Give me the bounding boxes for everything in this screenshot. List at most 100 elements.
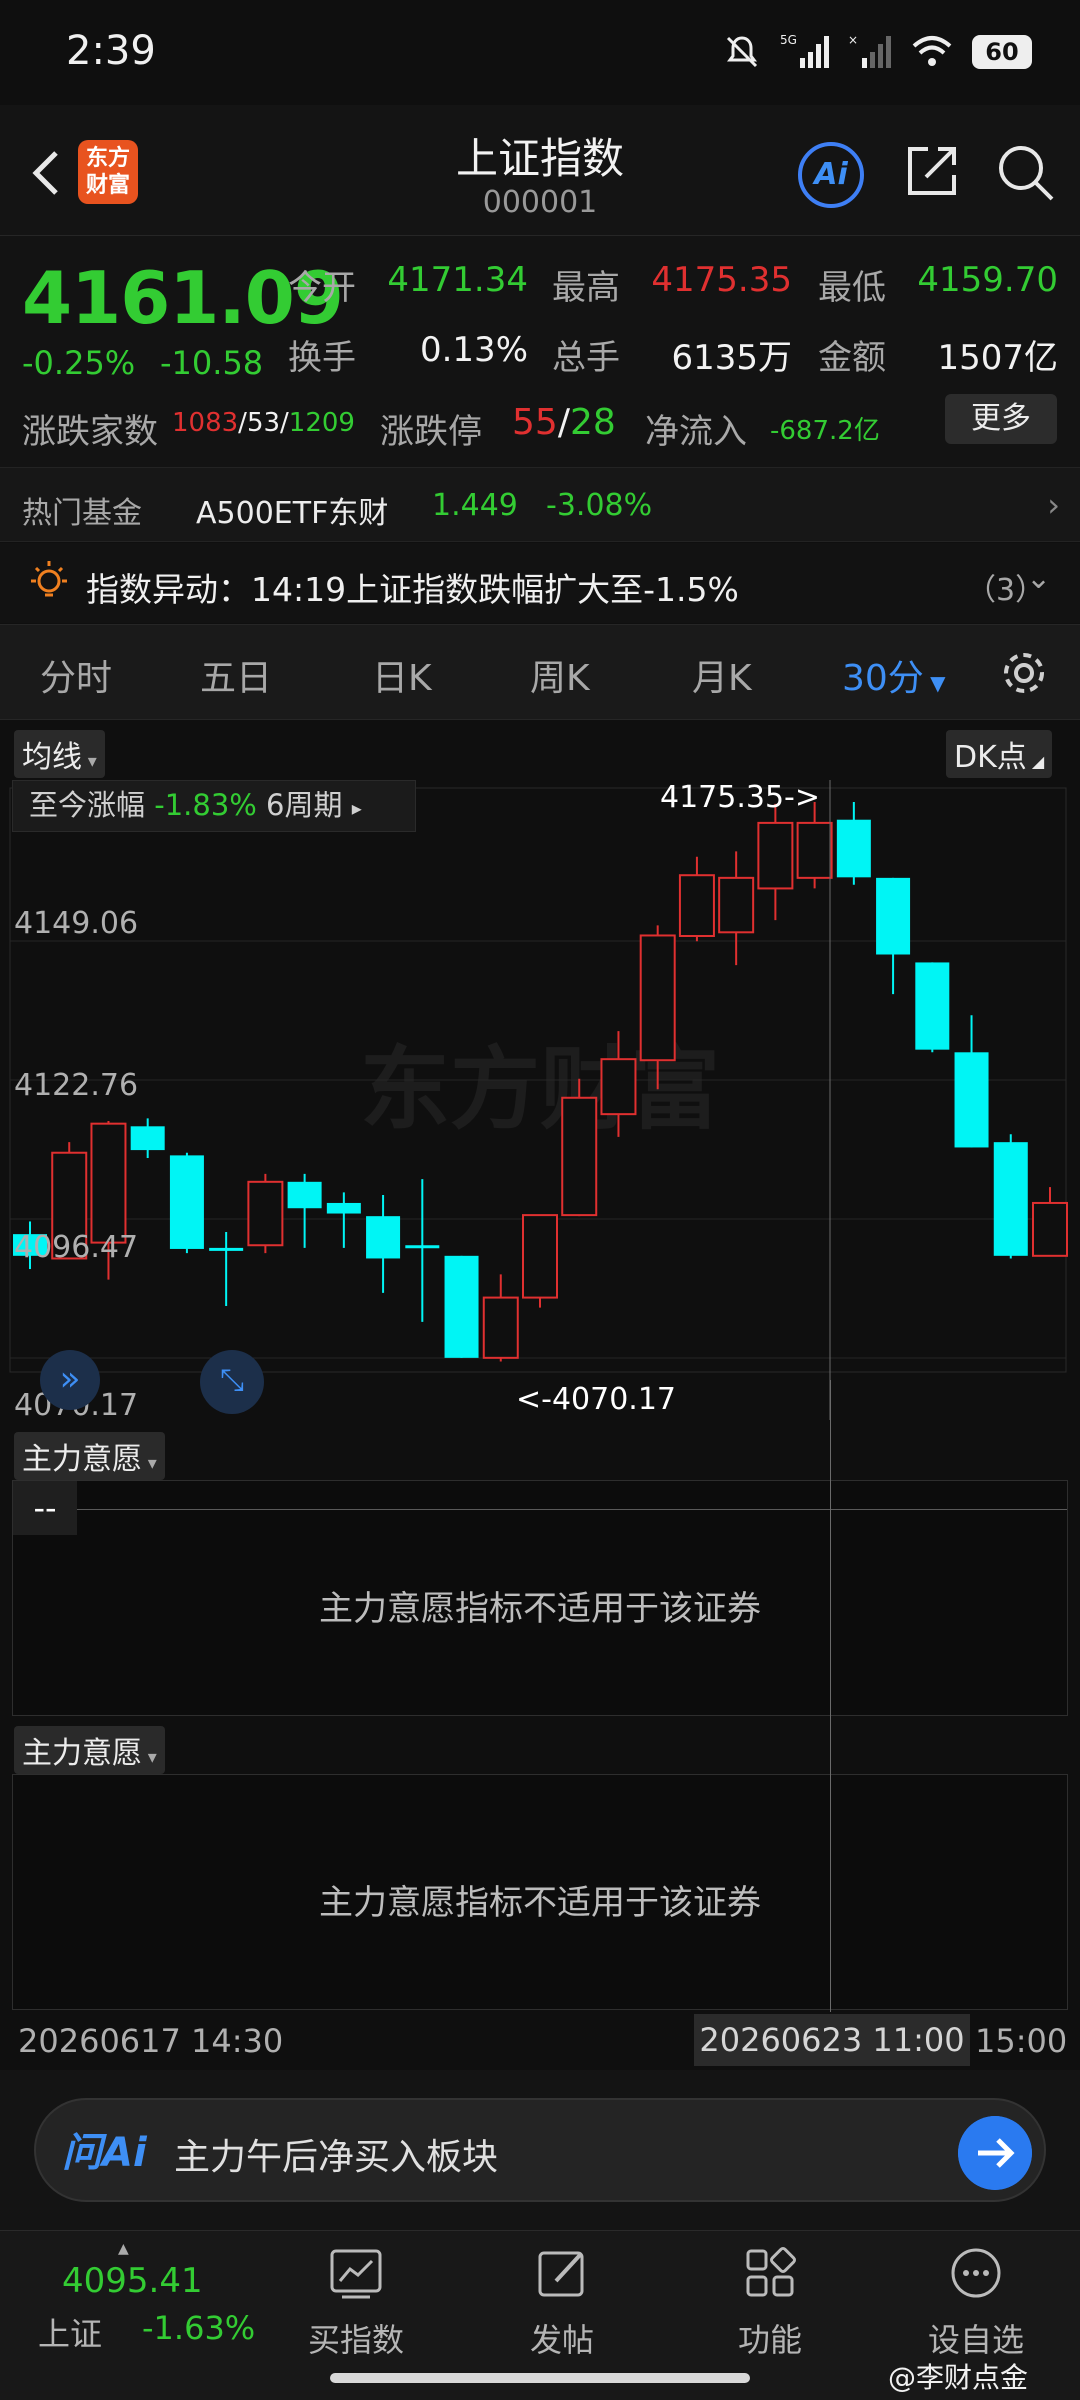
edit-icon [538,2251,584,2297]
tab-weekly-k[interactable]: 周K [530,649,590,701]
tab-monthly-k[interactable]: 月K [692,649,752,701]
expand-icon[interactable]: ⤡ [200,1350,264,1414]
chevron-down-icon[interactable]: ⌄ [1026,561,1051,596]
date-start: 20260617 14:30 [18,2022,284,2060]
indicator-message: 主力意愿指标不适用于该证券 [319,1883,761,1923]
candle-body [287,1181,322,1209]
scroll-forward-icon[interactable]: » [40,1350,100,1410]
candle[interactable] [836,802,871,885]
dk-point-toggle[interactable]: DK点 ◢ [946,730,1053,778]
alert-text: 指数异动：14:19上证指数跌幅扩大至-1.5% [86,570,739,609]
breadth-value: 1083/53/1209 [172,408,355,438]
candle[interactable] [561,1078,598,1217]
tab-30min-label: 30分 [842,658,924,699]
more-circle-icon [951,2248,1001,2298]
candle[interactable] [405,1179,440,1322]
index-alert-row[interactable]: 指数异动：14:19上证指数跌幅扩大至-1.5% （3） ⌄ [0,543,1080,623]
candle-body [405,1245,440,1249]
index-value[interactable]: 4095.41 [62,2261,203,2301]
since-change-box[interactable]: 至今涨幅 -1.83% 6周期 ▸ [12,780,416,832]
ai-button[interactable]: Ai [798,142,864,208]
ask-ai-prompt[interactable]: 主力午后净买入板块 [174,2128,498,2180]
candle[interactable] [169,1152,204,1254]
index-change: -1.63% [142,2309,256,2347]
candle[interactable] [876,877,911,995]
send-arrow-icon[interactable] [958,2116,1032,2190]
candle[interactable] [326,1192,361,1248]
since-value: -1.83% [154,788,257,822]
ask-ai-bar[interactable]: 问Ai 主力午后净买入板块 [34,2098,1046,2202]
open-label: 今开 [288,268,356,308]
candle[interactable] [954,1015,989,1148]
limit-value: 55/28 [512,402,616,443]
mute-bell-icon [726,36,758,68]
ask-ai-logo: 问Ai [62,2130,147,2176]
candle[interactable] [130,1118,165,1159]
candle-body [444,1255,479,1358]
candle[interactable] [1032,1187,1068,1257]
chart-icon [330,2249,382,2299]
indicator-selector-2[interactable]: 主力意愿 ▾ [14,1726,165,1774]
candle-body [915,962,950,1050]
candle[interactable] [915,962,950,1053]
tab-intraday[interactable]: 分时 [40,649,112,701]
caret-up-icon: ▲ [118,2241,129,2257]
ma-selector[interactable]: 均线 ▾ [14,730,105,778]
nav-label: 发帖 [529,2321,594,2359]
limit-label: 涨跌停 [380,412,482,452]
kline-chart-area[interactable]: 东方财富 均线 ▾ DK点 ◢ 至今涨幅 -1.83% 6周期 ▸ 4149.0… [0,720,1080,1423]
low-value: 4159.70 [917,260,1058,300]
gear-icon[interactable] [998,647,1050,699]
volume-label: 总手 [552,338,620,378]
candle-body [247,1180,284,1247]
candle-body [522,1214,558,1299]
share-icon[interactable] [902,141,962,201]
watermark: @李财点金 [888,2361,1029,2394]
home-indicator[interactable] [330,2373,750,2383]
low-label: 最低 [818,268,886,308]
nav-buy-index[interactable]: 买指数 [276,2245,436,2361]
candle[interactable] [287,1173,322,1248]
hot-fund-row[interactable]: 热门基金 A500ETF东财 1.449 -3.08% › [0,467,1080,542]
candle[interactable] [366,1195,401,1293]
candle[interactable] [247,1173,284,1254]
more-button[interactable]: 更多 [945,394,1057,444]
tab-five-day[interactable]: 五日 [200,649,272,701]
turnover-label: 换手 [288,338,356,378]
candle[interactable] [522,1214,558,1308]
nav-label: 买指数 [307,2321,404,2359]
candle[interactable] [757,803,794,921]
netflow-value: -687.2亿 [770,416,880,446]
nav-add-watchlist[interactable]: 设自选 [896,2245,1056,2361]
chevron-right-icon[interactable]: › [1047,486,1060,524]
tab-daily-k[interactable]: 日K [372,649,432,701]
candle[interactable] [993,1134,1028,1259]
amount-label: 金额 [818,338,886,378]
nav-post[interactable]: 发帖 [482,2245,642,2361]
candle[interactable] [444,1255,479,1358]
nav-functions[interactable]: 功能 [690,2245,850,2361]
tab-30min[interactable]: 30分 ▼ [842,649,946,701]
candle-body [561,1096,598,1217]
search-icon[interactable] [994,141,1056,203]
indicator-panel-2: 主力意愿指标不适用于该证券 [12,1774,1068,2010]
unchanged: 53 [246,408,281,438]
index-name[interactable]: 上证 [38,2309,102,2355]
candle[interactable] [209,1232,244,1307]
candle[interactable] [678,856,715,942]
candle[interactable] [718,851,755,966]
volume-value: 6135万 [671,338,792,378]
y-tick-label: 4122.76 [14,1068,139,1103]
change-amount: -10.58 [160,344,264,382]
ma-label: 均线 [22,740,82,775]
hot-fund-name[interactable]: A500ETF东财 [196,488,388,532]
candle[interactable] [482,1274,519,1362]
indicator-label: 主力意愿 [22,1442,142,1477]
high-value: 4175.35 [651,260,792,300]
status-icons: 5G × 60 [722,28,1032,76]
candle-body [993,1142,1028,1256]
indicator-selector-1[interactable]: 主力意愿 ▾ [14,1432,165,1480]
candle-body [600,1058,637,1116]
nav-label: 功能 [737,2321,802,2359]
turnover-value: 0.13% [419,330,528,370]
